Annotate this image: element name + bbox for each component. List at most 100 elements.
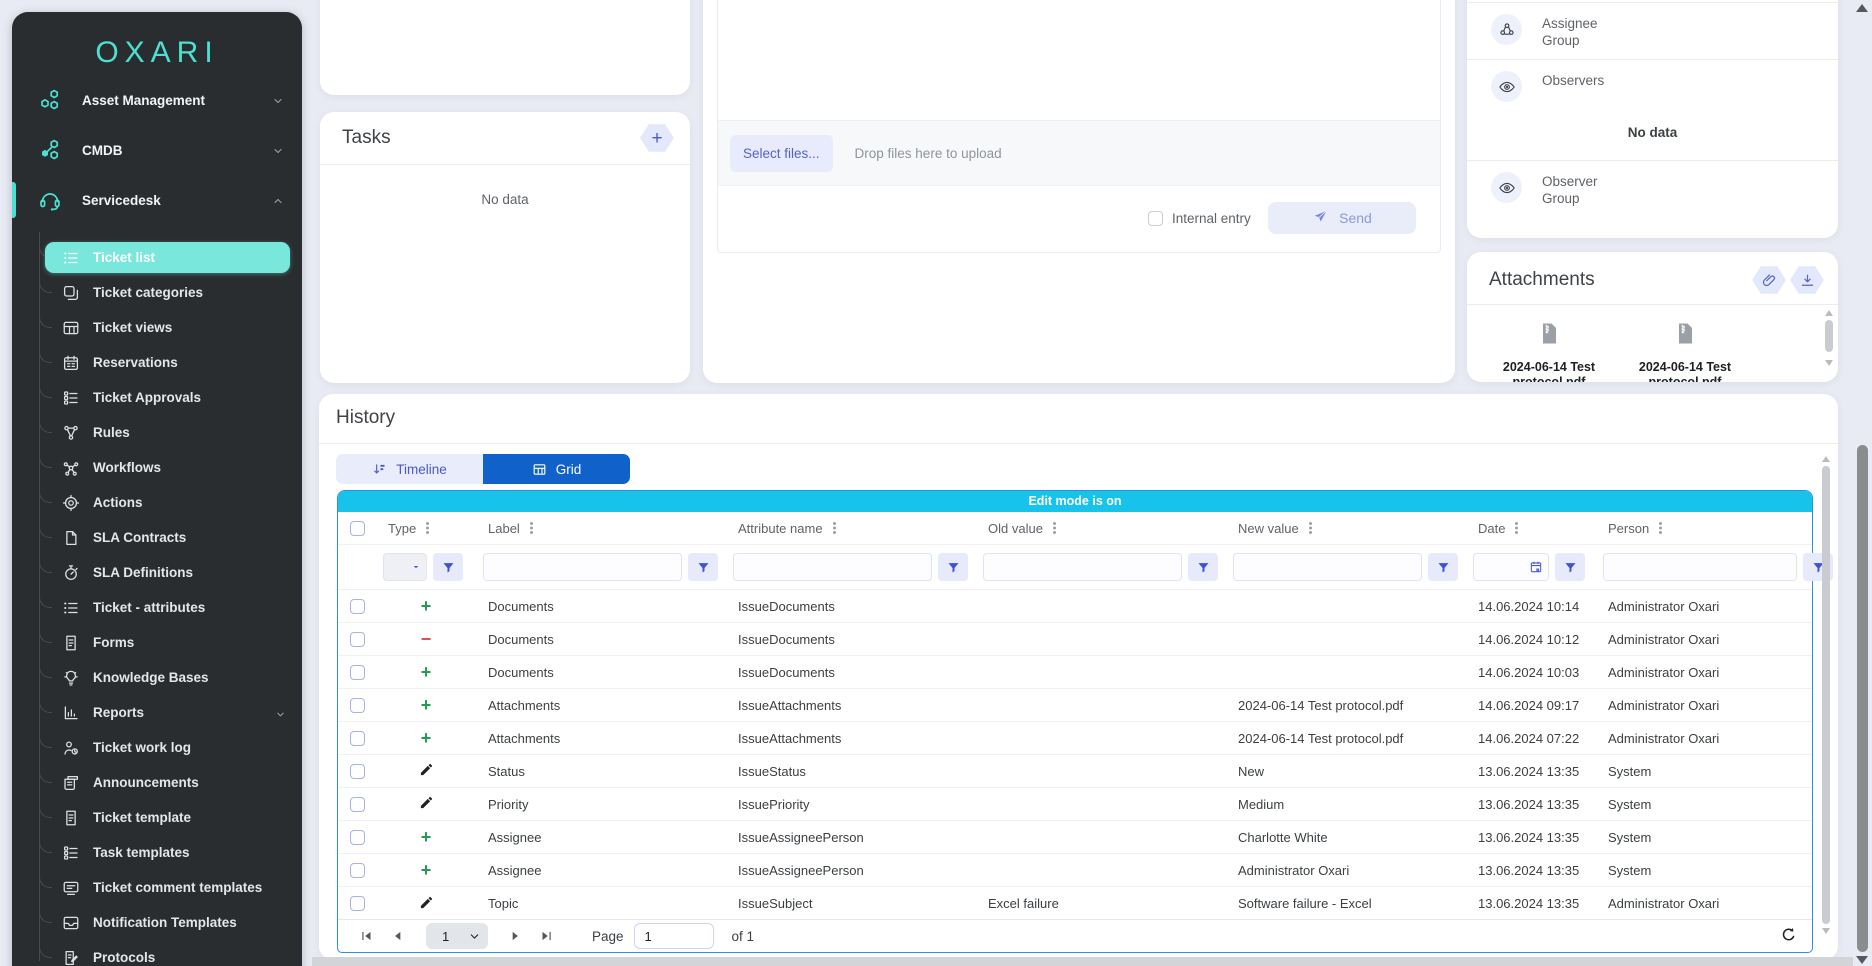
- sidebar-section-cmdb[interactable]: CMDB: [12, 125, 302, 175]
- table-row[interactable]: +AssigneeIssueAssigneePersonCharlotte Wh…: [338, 821, 1812, 854]
- column-menu-icon[interactable]: [530, 522, 533, 525]
- sidebar-item-notification-templates[interactable]: Notification Templates: [12, 905, 302, 940]
- sidebar-item-task-templates[interactable]: Task templates: [12, 835, 302, 870]
- row-date: 14.06.2024 07:22: [1466, 731, 1596, 746]
- new-value-filter-button[interactable]: [1428, 553, 1458, 581]
- sidebar-item-announcements[interactable]: Announcements: [12, 765, 302, 800]
- internal-entry-label[interactable]: Internal entry: [1172, 211, 1251, 226]
- row-checkbox[interactable]: [350, 665, 365, 680]
- sidebar-item-ticket-work-log[interactable]: Ticket work log: [12, 730, 302, 765]
- row-checkbox[interactable]: [350, 863, 365, 878]
- sidebar-item-reservations[interactable]: Reservations: [12, 345, 302, 380]
- tab-timeline[interactable]: Timeline: [336, 454, 483, 484]
- sidebar-item-ticket-template[interactable]: Ticket template: [12, 800, 302, 835]
- label-filter-input[interactable]: [483, 553, 682, 581]
- attribute-filter-button[interactable]: [938, 553, 968, 581]
- column-menu-icon[interactable]: [833, 522, 836, 525]
- add-task-button[interactable]: +: [640, 123, 674, 153]
- row-checkbox[interactable]: [350, 599, 365, 614]
- sidebar-section-servicedesk[interactable]: Servicedesk: [12, 175, 302, 225]
- row-checkbox[interactable]: [350, 797, 365, 812]
- upload-dropzone[interactable]: Select files... Drop files here to uploa…: [718, 120, 1440, 186]
- table-row[interactable]: TopicIssueSubjectExcel failureSoftware f…: [338, 887, 1812, 920]
- observer-group-row[interactable]: Observer Group: [1467, 161, 1838, 217]
- date-filter-button[interactable]: [1555, 553, 1585, 581]
- tab-grid-label: Grid: [556, 462, 582, 477]
- type-filter-select[interactable]: [383, 553, 427, 581]
- sidebar-item-ticket-list[interactable]: Ticket list: [12, 240, 302, 275]
- attachments-scrollbar[interactable]: [1824, 310, 1834, 366]
- sidebar-item-sla-contracts[interactable]: SLA Contracts: [12, 520, 302, 555]
- attachment-item[interactable]: 2024-06-14 Test protocol.pdf: [1621, 319, 1749, 382]
- scrollbar-thumb[interactable]: [1857, 445, 1868, 952]
- sidebar-item-reports[interactable]: Reports: [12, 695, 302, 730]
- column-menu-icon[interactable]: [1515, 522, 1518, 525]
- table-row[interactable]: +AssigneeIssueAssigneePersonAdministrato…: [338, 854, 1812, 887]
- table-row[interactable]: +AttachmentsIssueAttachments2024-06-14 T…: [338, 722, 1812, 755]
- observers-row[interactable]: Observers: [1467, 60, 1838, 112]
- sidebar-item-sla-definitions[interactable]: SLA Definitions: [12, 555, 302, 590]
- sidebar-item-ticket-views[interactable]: Ticket views: [12, 310, 302, 345]
- table-row[interactable]: PriorityIssuePriorityMedium13.06.2024 13…: [338, 788, 1812, 821]
- history-scrollbar[interactable]: [1821, 456, 1831, 934]
- column-menu-icon[interactable]: [1309, 522, 1312, 525]
- person-filter-input[interactable]: [1603, 553, 1797, 581]
- old-value-filter-button[interactable]: [1188, 553, 1218, 581]
- sidebar-item-label: Announcements: [93, 775, 302, 790]
- table-row[interactable]: StatusIssueStatusNew13.06.2024 13:35Syst…: [338, 755, 1812, 788]
- next-page-button[interactable]: [502, 924, 528, 948]
- old-value-filter-input[interactable]: [983, 553, 1182, 581]
- table-row[interactable]: +AttachmentsIssueAttachments2024-06-14 T…: [338, 689, 1812, 722]
- row-checkbox[interactable]: [350, 632, 365, 647]
- comment-text-area[interactable]: [718, 0, 1440, 120]
- prev-page-button[interactable]: [385, 924, 411, 948]
- first-page-button[interactable]: [354, 924, 380, 948]
- attribute-filter-input[interactable]: [733, 553, 932, 581]
- last-page-button[interactable]: [533, 924, 559, 948]
- new-value-filter-input[interactable]: [1233, 553, 1422, 581]
- scroll-up-arrow[interactable]: [1856, 4, 1868, 12]
- sidebar-item-actions[interactable]: Actions: [12, 485, 302, 520]
- column-menu-icon[interactable]: [1053, 522, 1056, 525]
- sidebar-item-workflows[interactable]: Workflows: [12, 450, 302, 485]
- page-number-input[interactable]: [634, 923, 714, 949]
- attach-file-button[interactable]: [1752, 265, 1786, 295]
- tab-grid[interactable]: Grid: [483, 454, 630, 484]
- attachment-item[interactable]: 2024-06-14 Test protocol.pdf: [1485, 319, 1613, 382]
- scroll-down-arrow[interactable]: [1856, 956, 1868, 964]
- row-checkbox[interactable]: [350, 830, 365, 845]
- sidebar-item-ticket-attributes[interactable]: Ticket - attributes: [12, 590, 302, 625]
- send-button[interactable]: Send: [1268, 202, 1416, 234]
- table-row[interactable]: +DocumentsIssueDocuments14.06.2024 10:03…: [338, 656, 1812, 689]
- table-row[interactable]: −DocumentsIssueDocuments14.06.2024 10:12…: [338, 623, 1812, 656]
- row-new-value: 2024-06-14 Test protocol.pdf: [1226, 731, 1466, 746]
- column-menu-icon[interactable]: [1659, 522, 1662, 525]
- row-checkbox[interactable]: [350, 764, 365, 779]
- assignee-group-row[interactable]: Assignee Group: [1467, 3, 1838, 59]
- select-all-checkbox[interactable]: [350, 521, 365, 536]
- sidebar-item-rules[interactable]: Rules: [12, 415, 302, 450]
- sidebar-section-asset-management[interactable]: Asset Management: [12, 75, 302, 125]
- row-checkbox[interactable]: [350, 698, 365, 713]
- row-checkbox[interactable]: [350, 896, 365, 911]
- sidebar-item-knowledge-bases[interactable]: Knowledge Bases: [12, 660, 302, 695]
- refresh-button[interactable]: [1776, 925, 1800, 949]
- type-filter-button[interactable]: [433, 553, 463, 581]
- sidebar-item-ticket-categories[interactable]: Ticket categories: [12, 275, 302, 310]
- tree-connector: [39, 344, 52, 363]
- column-menu-icon[interactable]: [426, 522, 429, 525]
- row-checkbox[interactable]: [350, 731, 365, 746]
- label-filter-button[interactable]: [688, 553, 718, 581]
- select-files-button[interactable]: Select files...: [730, 135, 833, 172]
- sidebar-item-protocols[interactable]: Protocols: [12, 940, 302, 966]
- page-size-select[interactable]: 1: [426, 923, 488, 949]
- internal-entry-checkbox[interactable]: [1148, 211, 1163, 226]
- sidebar-item-forms[interactable]: Forms: [12, 625, 302, 660]
- sidebar-item-ticket-approvals[interactable]: Ticket Approvals: [12, 380, 302, 415]
- download-all-button[interactable]: [1790, 265, 1824, 295]
- horizontal-scrollbar[interactable]: [312, 957, 1853, 966]
- page-scrollbar[interactable]: [1858, 0, 1870, 966]
- sidebar-item-ticket-comment-templates[interactable]: Ticket comment templates: [12, 870, 302, 905]
- row-attribute-name: IssueAssigneePerson: [726, 863, 976, 878]
- table-row[interactable]: +DocumentsIssueDocuments14.06.2024 10:14…: [338, 590, 1812, 623]
